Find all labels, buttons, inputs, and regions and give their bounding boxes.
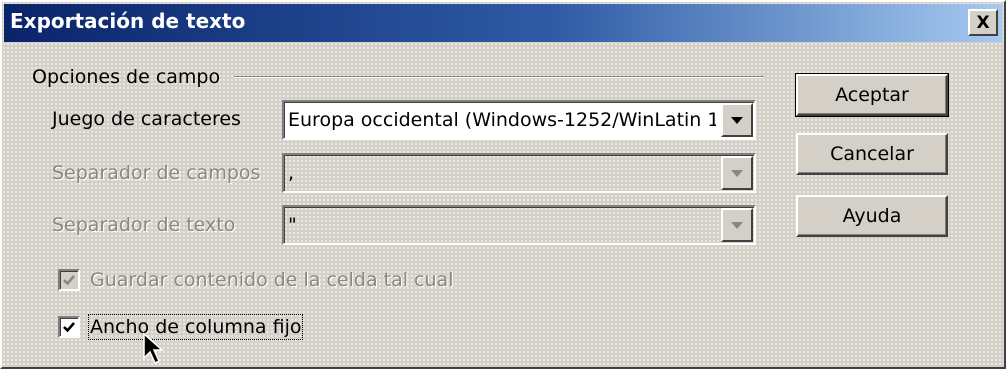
charset-label: Juego de caracteres bbox=[52, 108, 241, 130]
charset-select[interactable]: Europa occidental (Windows-1252/WinLatin… bbox=[282, 100, 756, 140]
charset-dropdown-button[interactable] bbox=[721, 103, 753, 137]
cancel-button[interactable]: Cancelar bbox=[796, 133, 948, 175]
save-cell-content-checkbox[interactable] bbox=[58, 269, 80, 291]
check-icon bbox=[63, 322, 75, 333]
field-separator-dropdown-button[interactable] bbox=[721, 156, 753, 190]
field-separator-label: Separador de campos bbox=[52, 162, 261, 184]
text-separator-select[interactable]: " bbox=[282, 205, 756, 245]
dialog-window: Exportación de texto X Opciones de campo… bbox=[0, 0, 1006, 369]
title-bar[interactable]: Exportación de texto X bbox=[4, 4, 1002, 42]
field-separator-select[interactable]: , bbox=[282, 153, 756, 193]
text-separator-dropdown-button[interactable] bbox=[721, 208, 753, 242]
check-icon bbox=[63, 275, 75, 286]
text-separator-label: Separador de texto bbox=[52, 214, 236, 236]
close-button[interactable]: X bbox=[968, 9, 998, 36]
field-options-group-label: Opciones de campo bbox=[32, 66, 221, 88]
mouse-pointer-icon bbox=[143, 332, 164, 365]
save-cell-content-label: Guardar contenido de la celda tal cual bbox=[90, 269, 454, 291]
chevron-down-icon bbox=[731, 117, 743, 124]
ok-button[interactable]: Aceptar bbox=[795, 73, 949, 117]
close-icon: X bbox=[976, 12, 990, 33]
window-title: Exportación de texto bbox=[10, 9, 246, 33]
fixed-column-width-checkbox[interactable] bbox=[58, 316, 80, 338]
chevron-down-icon bbox=[731, 222, 743, 229]
chevron-down-icon bbox=[731, 170, 743, 177]
help-button[interactable]: Ayuda bbox=[796, 195, 948, 237]
fixed-column-width-label[interactable]: Ancho de columna fijo bbox=[87, 314, 304, 340]
text-separator-value: " bbox=[288, 214, 297, 236]
field-separator-value: , bbox=[288, 162, 295, 184]
charset-select-value: Europa occidental (Windows-1252/WinLatin… bbox=[288, 109, 716, 131]
group-divider bbox=[234, 76, 764, 78]
